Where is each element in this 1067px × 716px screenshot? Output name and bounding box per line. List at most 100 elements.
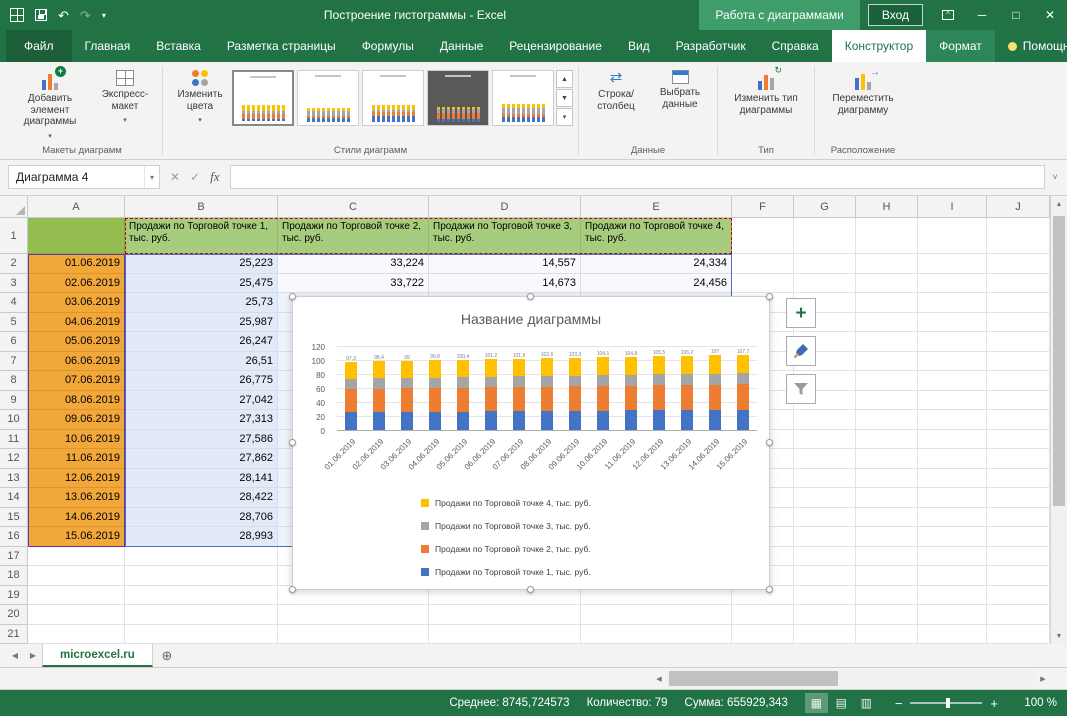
cell-A9[interactable]: 08.06.2019 (28, 390, 125, 410)
cell-I15[interactable] (918, 507, 987, 527)
ribbon-tab-Формулы[interactable]: Формулы (349, 30, 427, 62)
column-header-A[interactable]: A (28, 196, 125, 218)
row-header-20[interactable]: 20 (0, 605, 28, 625)
cell-F21[interactable] (732, 624, 794, 644)
formula-input[interactable] (229, 165, 1045, 189)
gallery-more-button[interactable]: ▾ (556, 108, 573, 126)
cell-A19[interactable] (28, 585, 125, 605)
chart-resize-handle[interactable] (527, 586, 534, 593)
move-chart-button[interactable]: → Переместить диаграмму (820, 67, 906, 119)
cell-J9[interactable] (987, 390, 1050, 410)
column-header-F[interactable]: F (732, 196, 794, 218)
gallery-down-button[interactable]: ▼ (556, 89, 573, 107)
cell-E3[interactable]: 24,456 (581, 273, 732, 293)
cell-A10[interactable]: 09.06.2019 (28, 410, 125, 430)
page-break-view-icon[interactable]: ▥ (855, 693, 878, 713)
cell-A16[interactable]: 15.06.2019 (28, 527, 125, 547)
cell-B4[interactable]: 25,73 (125, 293, 278, 313)
redo-icon[interactable]: ↷ (80, 9, 91, 22)
cell-J19[interactable] (987, 585, 1050, 605)
stacked-bar[interactable] (345, 361, 357, 430)
chart-resize-handle[interactable] (289, 439, 296, 446)
cell-J17[interactable] (987, 546, 1050, 566)
chart-style-thumbnail[interactable] (427, 70, 489, 126)
cell-B7[interactable]: 26,51 (125, 351, 278, 371)
cell-H10[interactable] (856, 410, 918, 430)
cell-E21[interactable] (581, 624, 732, 644)
cell-A4[interactable]: 03.06.2019 (28, 293, 125, 313)
cell-H2[interactable] (856, 254, 918, 274)
scroll-left-icon[interactable]: ◀ (651, 675, 667, 683)
stacked-bar[interactable] (681, 355, 693, 430)
cell-A5[interactable]: 04.06.2019 (28, 312, 125, 332)
cell-G10[interactable] (794, 410, 856, 430)
column-header-C[interactable]: C (278, 196, 429, 218)
cell-J1[interactable] (987, 218, 1050, 254)
cell-B12[interactable]: 27,862 (125, 449, 278, 469)
row-header-2[interactable]: 2 (0, 254, 28, 274)
cell-A20[interactable] (28, 605, 125, 625)
cell-C1[interactable]: Продажи по Торговой точке 2, тыс. руб. (278, 218, 429, 254)
ribbon-tab-Данные[interactable]: Данные (427, 30, 496, 62)
cell-I17[interactable] (918, 546, 987, 566)
cell-A14[interactable]: 13.06.2019 (28, 488, 125, 508)
chart-style-thumbnail[interactable] (232, 70, 294, 126)
cell-G19[interactable] (794, 585, 856, 605)
column-header-G[interactable]: G (794, 196, 856, 218)
close-button[interactable]: ✕ (1033, 0, 1067, 30)
cell-G3[interactable] (794, 273, 856, 293)
change-colors-button[interactable]: Изменить цвета ▾ (168, 67, 232, 130)
row-header-21[interactable]: 21 (0, 624, 28, 644)
enter-icon[interactable]: ✓ (190, 170, 200, 184)
chart-legend[interactable]: Продажи по Торговой точке 4, тыс. руб. Пр… (421, 491, 591, 583)
scroll-right-icon[interactable]: ▶ (1035, 675, 1051, 683)
cell-I20[interactable] (918, 605, 987, 625)
column-header-E[interactable]: E (581, 196, 732, 218)
cell-H18[interactable] (856, 566, 918, 586)
cell-G12[interactable] (794, 449, 856, 469)
cell-I5[interactable] (918, 312, 987, 332)
cell-G14[interactable] (794, 488, 856, 508)
cell-H8[interactable] (856, 371, 918, 391)
cell-F3[interactable] (732, 273, 794, 293)
chart-filter-button[interactable] (786, 374, 816, 404)
cell-H4[interactable] (856, 293, 918, 313)
row-header-1[interactable]: 1 (0, 218, 28, 254)
cell-J8[interactable] (987, 371, 1050, 391)
name-box-dropdown-icon[interactable]: ▾ (143, 166, 159, 188)
row-header-5[interactable]: 5 (0, 312, 28, 332)
chart-plot-area[interactable]: 97,3 98,4 99 99,8 100,4 101,2 101,9 102,6 103,3 1… (337, 346, 757, 431)
row-header-7[interactable]: 7 (0, 351, 28, 371)
add-chart-element-button[interactable]: + Добавить элемент диаграммы ▾ (7, 66, 93, 145)
cell-H15[interactable] (856, 507, 918, 527)
normal-view-icon[interactable]: ▦ (804, 693, 828, 713)
cell-A15[interactable]: 14.06.2019 (28, 507, 125, 527)
legend-item[interactable]: Продажи по Торговой точке 3, тыс. руб. (421, 514, 591, 537)
cancel-icon[interactable]: ✕ (170, 170, 180, 184)
cell-G1[interactable] (794, 218, 856, 254)
stacked-bar[interactable] (429, 360, 441, 430)
cell-C20[interactable] (278, 605, 429, 625)
cell-I16[interactable] (918, 527, 987, 547)
gallery-up-button[interactable]: ▲ (556, 70, 573, 88)
cell-B10[interactable]: 27,313 (125, 410, 278, 430)
cell-H7[interactable] (856, 351, 918, 371)
cell-H14[interactable] (856, 488, 918, 508)
cell-I6[interactable] (918, 332, 987, 352)
row-header-19[interactable]: 19 (0, 585, 28, 605)
cell-J15[interactable] (987, 507, 1050, 527)
chart-title[interactable]: Название диаграммы (293, 311, 769, 327)
row-header-17[interactable]: 17 (0, 546, 28, 566)
cell-B18[interactable] (125, 566, 278, 586)
cell-F2[interactable] (732, 254, 794, 274)
zoom-slider-thumb[interactable] (946, 698, 951, 708)
tab-help[interactable]: Помощн (995, 30, 1067, 62)
change-chart-type-button[interactable]: ↻ Изменить тип диаграммы (723, 65, 809, 119)
switch-row-column-button[interactable]: ⇄ Строка/ столбец (584, 67, 648, 115)
cell-H20[interactable] (856, 605, 918, 625)
cell-B19[interactable] (125, 585, 278, 605)
stacked-bar[interactable] (653, 356, 665, 430)
cell-A2[interactable]: 01.06.2019 (28, 254, 125, 274)
stacked-bar[interactable] (541, 358, 553, 430)
ribbon-tab-Вид[interactable]: Вид (615, 30, 663, 62)
